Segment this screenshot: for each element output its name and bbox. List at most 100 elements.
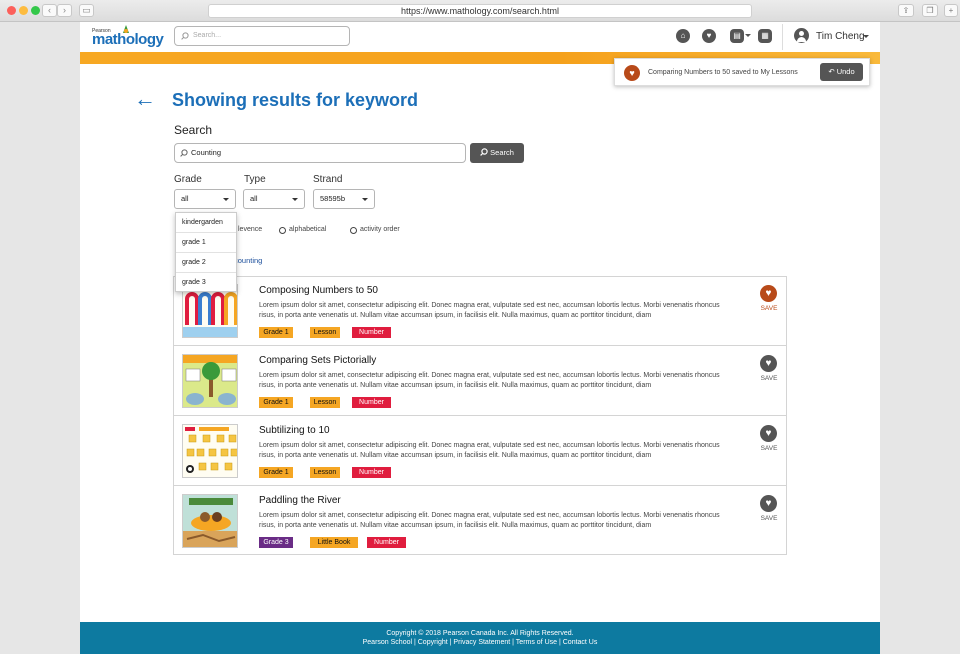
assignments-icon[interactable]: ▤ xyxy=(730,29,744,43)
result-description: Lorem ipsum dolor sit amet, consectetur … xyxy=(259,512,720,529)
share-icon[interactable]: ⇪ xyxy=(898,4,914,17)
grade-tag: Grade 1 xyxy=(259,327,293,338)
user-menu-caret-icon[interactable] xyxy=(863,35,869,38)
lesson-thumbnail-image xyxy=(183,355,237,407)
result-title[interactable]: Subtilizing to 10 xyxy=(259,425,330,436)
home-icon[interactable]: ⌂ xyxy=(676,29,690,43)
heart-icon[interactable]: ♥ xyxy=(760,495,777,512)
heart-icon[interactable]: ♥ xyxy=(760,425,777,442)
type-filter-label: Type xyxy=(244,174,266,185)
chevron-down-icon xyxy=(362,198,368,201)
result-description: Lorem ipsum dolor sit amet, consectetur … xyxy=(259,302,720,319)
strand-tag: Number xyxy=(352,467,391,478)
sort-radio-alphabetical[interactable] xyxy=(279,227,286,234)
result-title[interactable]: Composing Numbers to 50 xyxy=(259,285,378,296)
result-description: Lorem ipsum dolor sit amet, consectetur … xyxy=(259,372,720,389)
header-search-input[interactable]: Search... xyxy=(174,26,350,46)
address-bar[interactable]: https://www.mathology.com/search.html xyxy=(208,4,752,18)
grade-filter-label: Grade xyxy=(174,174,202,185)
saved-heart-icon: ♥ xyxy=(624,65,640,81)
sort-radio-activity-order[interactable] xyxy=(350,227,357,234)
sort-option-activity-order[interactable]: activity order xyxy=(360,226,400,233)
search-input[interactable]: Counting xyxy=(174,143,466,163)
grade-select[interactable]: all xyxy=(174,189,236,209)
little-book-cover-image xyxy=(183,495,237,547)
chevron-down-icon xyxy=(292,198,298,201)
type-select[interactable]: all xyxy=(243,189,305,209)
keyword-link[interactable]: counting xyxy=(234,256,262,265)
grade-tag: Grade 1 xyxy=(259,397,293,408)
sidebar-toggle-icon[interactable]: ▭ xyxy=(79,4,94,17)
grade-tag: Grade 1 xyxy=(259,467,293,478)
calendar-icon[interactable]: ▦ xyxy=(758,29,772,43)
browser-toolbar: ‹ › ▭ https://www.mathology.com/search.h… xyxy=(0,0,960,22)
grade-option[interactable]: grade 2 xyxy=(176,253,236,273)
save-label[interactable]: SAVE xyxy=(760,445,778,452)
search-button-label: Search xyxy=(490,148,514,157)
heart-icon[interactable]: ♥ xyxy=(760,355,777,372)
grade-tag: Grade 3 xyxy=(259,537,293,548)
user-name[interactable]: Tim Cheng xyxy=(816,31,865,42)
site-footer: Copyright © 2018 Pearson Canada Inc. All… xyxy=(80,622,880,654)
result-title[interactable]: Comparing Sets Pictorially xyxy=(259,355,376,366)
sort-option-relevance[interactable]: levence xyxy=(238,226,262,233)
search-icon xyxy=(480,148,488,156)
strand-select-value: 58595b xyxy=(320,194,346,203)
save-label[interactable]: SAVE xyxy=(760,515,778,522)
page: Pearson mathology Search... ⌂ ♥ ▤ ▦ Tim … xyxy=(80,22,880,654)
result-item[interactable]: Subtilizing to 10 Lorem ipsum dolor sit … xyxy=(174,417,786,486)
footer-links[interactable]: Pearson School | Copyright | Privacy Sta… xyxy=(80,639,880,646)
mathology-logo[interactable]: mathology xyxy=(92,31,164,48)
type-tag: Little Book xyxy=(310,537,358,548)
assignments-dropdown-caret-icon[interactable] xyxy=(745,34,751,37)
back-arrow-icon[interactable]: ← xyxy=(134,88,156,110)
strand-tag: Number xyxy=(352,397,391,408)
footer-copyright: Copyright © 2018 Pearson Canada Inc. All… xyxy=(386,630,574,637)
grade-option[interactable]: grade 3 xyxy=(176,273,236,293)
result-item[interactable]: Paddling the River Lorem ipsum dolor sit… xyxy=(174,487,786,556)
minimize-window-button[interactable] xyxy=(19,6,28,15)
user-avatar-icon[interactable] xyxy=(794,28,809,43)
tabs-icon[interactable]: ❐ xyxy=(922,4,938,17)
type-tag: Lesson xyxy=(310,467,340,478)
save-label[interactable]: SAVE xyxy=(760,375,778,382)
close-window-button[interactable] xyxy=(7,6,16,15)
save-label[interactable]: SAVE xyxy=(760,305,778,312)
search-input-value: Counting xyxy=(191,148,222,157)
new-tab-icon[interactable]: + xyxy=(944,4,958,17)
result-thumbnail xyxy=(182,494,238,548)
result-description: Lorem ipsum dolor sit amet, consectetur … xyxy=(259,442,720,459)
sort-option-alphabetical[interactable]: alphabetical xyxy=(289,226,326,233)
strand-filter-label: Strand xyxy=(313,174,343,185)
grade-option[interactable]: kindergarden xyxy=(176,213,236,233)
results-list: Composing Numbers to 50 Lorem ipsum dolo… xyxy=(173,276,787,555)
search-icon xyxy=(180,149,188,157)
header-search-placeholder: Search... xyxy=(193,32,222,39)
result-item[interactable]: Composing Numbers to 50 Lorem ipsum dolo… xyxy=(174,277,786,346)
saved-toast: ♥ Comparing Numbers to 50 saved to My Le… xyxy=(614,58,870,86)
grade-option[interactable]: grade 1 xyxy=(176,233,236,253)
undo-button[interactable]: ↶ Undo xyxy=(820,63,863,81)
result-title[interactable]: Paddling the River xyxy=(259,495,341,506)
forward-chevron-icon[interactable]: › xyxy=(57,4,72,17)
grade-dropdown-menu: kindergarden grade 1 grade 2 grade 3 xyxy=(175,212,237,292)
chevron-down-icon xyxy=(223,198,229,201)
logo-pineapple-icon xyxy=(123,25,129,33)
type-tag: Lesson xyxy=(310,327,340,338)
lesson-thumbnail-image xyxy=(183,425,237,477)
grade-select-value: all xyxy=(181,194,189,203)
type-tag: Lesson xyxy=(310,397,340,408)
strand-tag: Number xyxy=(367,537,406,548)
result-thumbnail xyxy=(182,354,238,408)
strand-select[interactable]: 58595b xyxy=(313,189,375,209)
result-item[interactable]: Comparing Sets Pictorially Lorem ipsum d… xyxy=(174,347,786,416)
heart-icon[interactable]: ♥ xyxy=(702,29,716,43)
back-chevron-icon[interactable]: ‹ xyxy=(42,4,57,17)
heart-icon[interactable]: ♥ xyxy=(760,285,777,302)
maximize-window-button[interactable] xyxy=(31,6,40,15)
toast-message: Comparing Numbers to 50 saved to My Less… xyxy=(648,69,798,76)
site-header: Pearson mathology Search... ⌂ ♥ ▤ ▦ Tim … xyxy=(80,22,880,52)
result-thumbnail xyxy=(182,424,238,478)
undo-label: Undo xyxy=(836,67,855,76)
search-button[interactable]: Search xyxy=(470,143,524,163)
